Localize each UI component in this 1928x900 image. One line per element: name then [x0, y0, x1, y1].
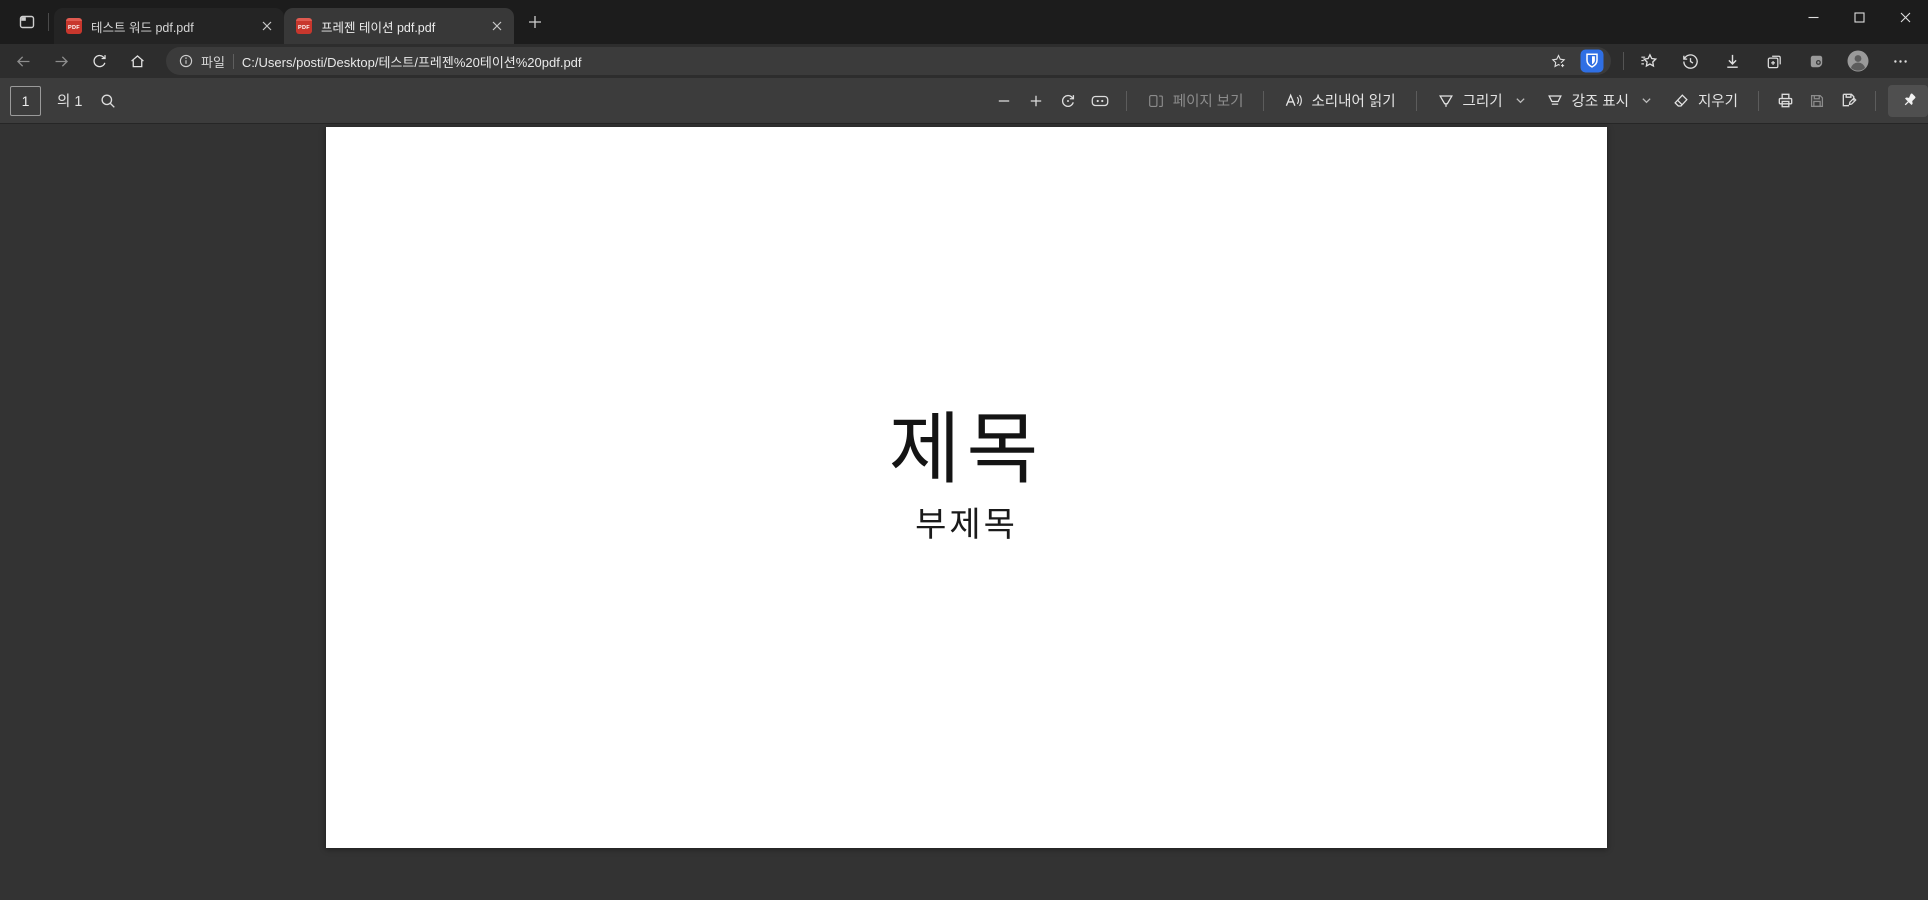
- zoom-in-button[interactable]: [1020, 85, 1052, 117]
- toolbar-separator: [1263, 91, 1264, 111]
- profile-avatar[interactable]: [1844, 48, 1872, 74]
- history-icon[interactable]: [1676, 48, 1704, 74]
- tab-test-word-pdf[interactable]: PDF 테스트 워드 pdf.pdf: [54, 8, 284, 44]
- save-as-button[interactable]: [1833, 85, 1865, 117]
- forward-button[interactable]: [48, 48, 74, 74]
- toolbar-separator: [1875, 91, 1876, 111]
- tab-strip: PDF 테스트 워드 pdf.pdf PDF 프레젠 테이션 pdf.pdf: [0, 0, 1928, 44]
- pdf-viewer-area: 제목 부제목: [0, 124, 1928, 900]
- page-number-input[interactable]: [10, 86, 41, 116]
- chevron-down-icon[interactable]: [1515, 95, 1526, 106]
- home-button[interactable]: [124, 48, 150, 74]
- scheme-divider: [233, 54, 234, 69]
- zoom-out-button[interactable]: [988, 85, 1020, 117]
- new-tab-button[interactable]: [522, 9, 548, 35]
- tab-presentation-pdf[interactable]: PDF 프레젠 테이션 pdf.pdf: [284, 8, 514, 44]
- collections-button[interactable]: [1760, 48, 1788, 74]
- document-title: 제목: [326, 387, 1607, 499]
- site-info-icon[interactable]: [178, 53, 194, 69]
- tab-label: 프레젠 테이션 pdf.pdf: [321, 17, 488, 36]
- toolbar-separator: [1758, 91, 1759, 111]
- page-view-label: 페이지 보기: [1173, 90, 1244, 111]
- browser-window: PDF 테스트 워드 pdf.pdf PDF 프레젠 테이션 pdf.pdf: [0, 0, 1928, 900]
- address-bar[interactable]: 파일 C:/Users/posti/Desktop/테스트/프레젠%20테이션%…: [166, 47, 1611, 75]
- highlight-label: 강조 표시: [1572, 90, 1629, 111]
- eraser-icon: [1672, 92, 1690, 110]
- highlight-button[interactable]: 강조 표시: [1536, 85, 1662, 117]
- save-button[interactable]: [1801, 85, 1833, 117]
- tab-divider: [48, 13, 49, 31]
- highlighter-icon: [1546, 92, 1564, 110]
- pdf-file-icon: PDF: [66, 18, 82, 34]
- add-favorite-button[interactable]: [1545, 49, 1571, 73]
- erase-button[interactable]: 지우기: [1662, 85, 1748, 117]
- maximize-button[interactable]: [1836, 0, 1882, 34]
- search-icon[interactable]: [92, 85, 124, 117]
- read-aloud-label: 소리내어 읽기: [1311, 90, 1395, 111]
- refresh-button[interactable]: [86, 48, 112, 74]
- draw-pen-icon: [1437, 92, 1455, 110]
- tab-actions-menu-button[interactable]: [12, 7, 42, 37]
- url-scheme-label: 파일: [201, 52, 225, 71]
- window-controls: [1790, 0, 1928, 34]
- toolbar-pin-button[interactable]: [1888, 85, 1928, 117]
- chevron-down-icon[interactable]: [1641, 95, 1652, 106]
- pdf-file-icon: PDF: [296, 18, 312, 34]
- tab-label: 테스트 워드 pdf.pdf: [91, 17, 258, 36]
- draw-label: 그리기: [1463, 90, 1503, 111]
- close-window-button[interactable]: [1882, 0, 1928, 34]
- settings-more-button[interactable]: [1886, 48, 1914, 74]
- document-subtitle: 부제목: [326, 497, 1607, 546]
- page-view-icon: [1147, 92, 1165, 110]
- read-aloud-button[interactable]: 소리내어 읽기: [1274, 85, 1405, 117]
- pdf-page: 제목 부제목: [326, 127, 1607, 848]
- url-text: C:/Users/posti/Desktop/테스트/프레젠%20테이션%20p…: [242, 52, 582, 71]
- minimize-button[interactable]: [1790, 0, 1836, 34]
- page-count-label: 의 1: [57, 90, 82, 111]
- fit-to-width-button[interactable]: [1084, 85, 1116, 117]
- tab-close-button[interactable]: [488, 17, 506, 35]
- favorites-button[interactable]: [1634, 48, 1662, 74]
- print-button[interactable]: [1769, 85, 1801, 117]
- tab-actions-icon: [17, 12, 37, 32]
- bitwarden-extension-icon[interactable]: [1579, 48, 1605, 74]
- erase-label: 지우기: [1698, 90, 1738, 111]
- read-aloud-icon: [1284, 91, 1303, 110]
- toolbar-separator: [1416, 91, 1417, 111]
- rotate-button[interactable]: [1052, 85, 1084, 117]
- tab-close-button[interactable]: [258, 17, 276, 35]
- draw-button[interactable]: 그리기: [1427, 85, 1536, 117]
- page-view-button[interactable]: 페이지 보기: [1137, 85, 1254, 117]
- back-button[interactable]: [10, 48, 36, 74]
- toolbar-separator: [1126, 91, 1127, 111]
- navigation-bar: 파일 C:/Users/posti/Desktop/테스트/프레젠%20테이션%…: [0, 44, 1928, 78]
- pdf-toolbar: 의 1: [0, 78, 1928, 124]
- navbar-separator: [1623, 52, 1624, 70]
- downloads-button[interactable]: [1718, 48, 1746, 74]
- browser-essentials-icon[interactable]: [1802, 48, 1830, 74]
